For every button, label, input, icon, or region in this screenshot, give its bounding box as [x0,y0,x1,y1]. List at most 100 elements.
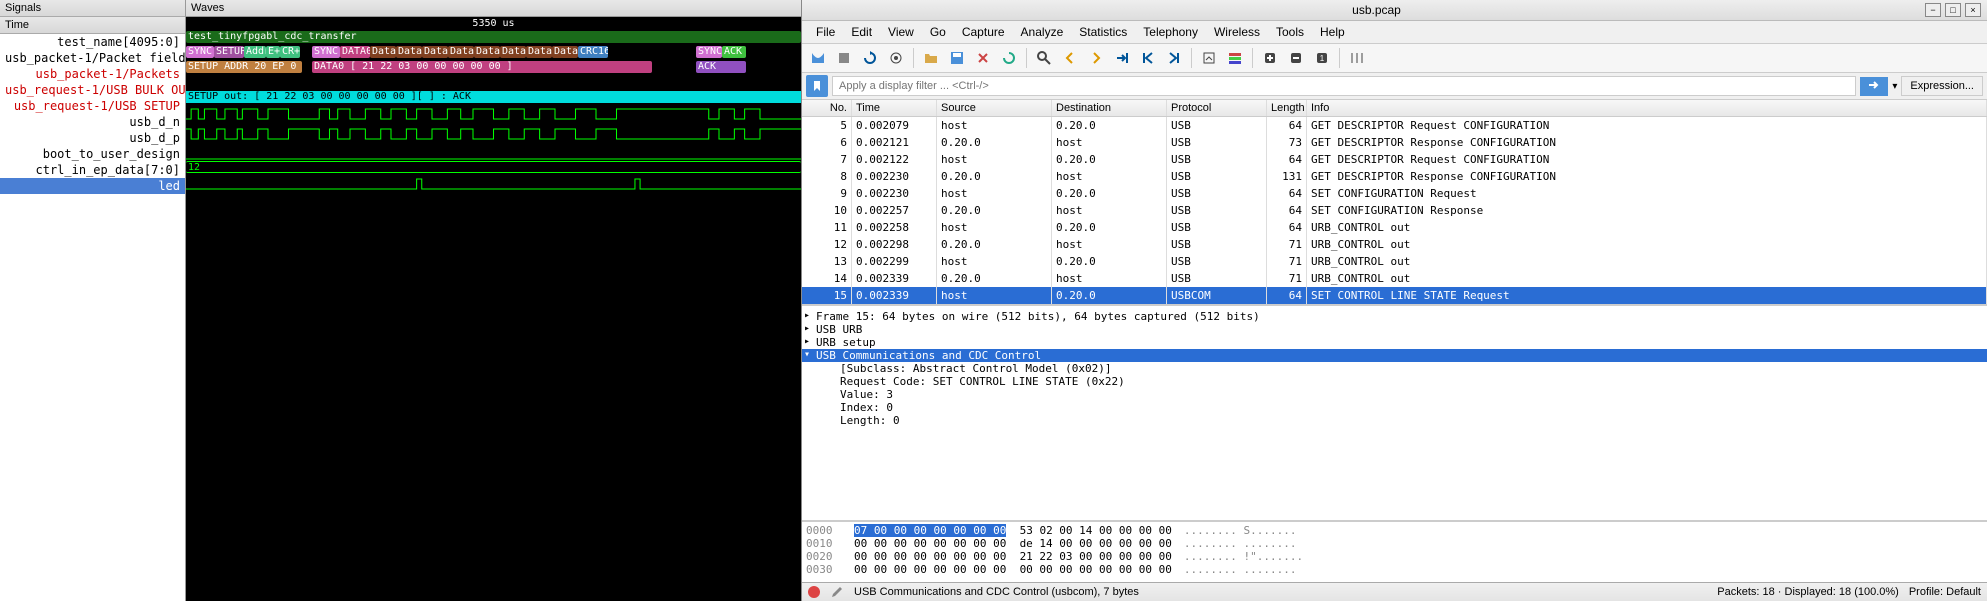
detail-line[interactable]: [Subclass: Abstract Control Model (0x02)… [802,362,1987,375]
minimize-button[interactable]: − [1925,3,1941,17]
signal-item[interactable]: led [0,178,185,194]
go-back-button[interactable] [1058,46,1082,70]
menu-file[interactable]: File [808,23,843,41]
menu-wireless[interactable]: Wireless [1206,23,1268,41]
detail-line[interactable]: Value: 3 [802,388,1987,401]
menu-analyze[interactable]: Analyze [1013,23,1072,41]
display-filter-input[interactable] [832,76,1856,96]
wave-row-ctrl-data[interactable]: 12 [186,160,801,175]
wave-rows[interactable]: test_tinyfpgabl_cdc_transfer SYNCSETUPAd… [186,30,801,601]
hex-row[interactable]: 001000 00 00 00 00 00 00 00 de 14 00 00 … [806,537,1983,550]
time-header: Time [0,17,185,34]
signal-item[interactable]: usb_d_n [0,114,185,130]
find-button[interactable] [1032,46,1056,70]
wave-row-test-name[interactable]: test_tinyfpgabl_cdc_transfer [186,30,801,45]
menu-help[interactable]: Help [1312,23,1353,41]
wave-row-packet-fields[interactable]: SYNCSETUPAddrE+CR+SYNCDATA0Data+Data+Dat… [186,45,801,60]
detail-line[interactable]: Request Code: SET CONTROL LINE STATE (0x… [802,375,1987,388]
hex-row[interactable]: 002000 00 00 00 00 00 00 00 21 22 03 00 … [806,550,1983,563]
capture-options-button[interactable] [884,46,908,70]
stop-capture-button[interactable] [832,46,856,70]
detail-line[interactable]: Length: 0 [802,414,1987,427]
wave-row-boot[interactable] [186,145,801,160]
menu-go[interactable]: Go [922,23,954,41]
packet-row[interactable]: 100.0022570.20.0hostUSB64SET CONFIGURATI… [802,202,1987,219]
packet-details[interactable]: Frame 15: 64 bytes on wire (512 bits), 6… [802,306,1987,522]
signal-item[interactable]: usb_request-1/USB SETUP [0,98,185,114]
detail-line[interactable]: Frame 15: 64 bytes on wire (512 bits), 6… [802,310,1987,323]
packet-row[interactable]: 90.002230host0.20.0USB64SET CONFIGURATIO… [802,185,1987,202]
resize-columns-button[interactable] [1345,46,1369,70]
bookmark-filter-icon[interactable] [806,75,828,97]
hex-row[interactable]: 003000 00 00 00 00 00 00 00 00 00 00 00 … [806,563,1983,576]
wave-row-led[interactable] [186,175,801,190]
start-capture-button[interactable] [806,46,830,70]
menu-view[interactable]: View [880,23,922,41]
expression-button[interactable]: Expression... [1901,76,1983,96]
packet-row[interactable]: 110.002258host0.20.0USB64URB_CONTROL out [802,219,1987,236]
close-file-button[interactable] [971,46,995,70]
edit-icon[interactable] [830,585,844,599]
signal-item[interactable]: usb_packet-1/Packets [0,66,185,82]
menu-edit[interactable]: Edit [843,23,880,41]
restart-capture-button[interactable] [858,46,882,70]
col-header-length[interactable]: Length [1267,100,1307,116]
svg-text:1: 1 [1320,54,1325,63]
detail-line[interactable]: URB setup [802,336,1987,349]
packet-row[interactable]: 150.002339host0.20.0USBCOM64SET CONTROL … [802,287,1987,304]
save-file-button[interactable] [945,46,969,70]
wave-row-bulk-out[interactable] [186,75,801,90]
signal-item[interactable]: usb_request-1/USB BULK OUT [0,82,185,98]
hex-view[interactable]: 000007 00 00 00 00 00 00 00 53 02 00 14 … [802,522,1987,582]
auto-scroll-button[interactable] [1197,46,1221,70]
col-header-source[interactable]: Source [937,100,1052,116]
wave-row-usb-setup[interactable]: SETUP out: [ 21 22 03 00 00 00 00 00 ][ … [186,90,801,105]
wave-value: 12 [186,161,801,173]
col-header-info[interactable]: Info [1307,100,1987,116]
packet-row[interactable]: 120.0022980.20.0hostUSB71URB_CONTROL out [802,236,1987,253]
col-header-time[interactable]: Time [852,100,937,116]
go-to-packet-button[interactable] [1110,46,1134,70]
signal-item[interactable]: test_name[4095:0] [0,34,185,50]
menu-statistics[interactable]: Statistics [1071,23,1135,41]
col-header-no[interactable]: No. [802,100,852,116]
wave-row-usb-d-p[interactable] [186,125,801,145]
expert-info-icon[interactable] [808,586,820,598]
packet-row[interactable]: 80.0022300.20.0hostUSB131GET DESCRIPTOR … [802,168,1987,185]
menu-telephony[interactable]: Telephony [1135,23,1206,41]
wave-row-usb-d-n[interactable] [186,105,801,125]
packet-row[interactable]: 50.002079host0.20.0USB64GET DESCRIPTOR R… [802,117,1987,134]
detail-line[interactable]: USB URB [802,323,1987,336]
wireshark-titlebar[interactable]: usb.pcap − □ × [802,0,1987,21]
packet-row[interactable]: 140.0023390.20.0hostUSB71URB_CONTROL out [802,270,1987,287]
filter-dropdown-icon[interactable]: ▾ [1892,81,1897,92]
zoom-in-button[interactable] [1258,46,1282,70]
signal-item[interactable]: usb_packet-1/Packet fields [0,50,185,66]
signal-item[interactable]: usb_d_p [0,130,185,146]
packet-list-header[interactable]: No. Time Source Destination Protocol Len… [802,100,1987,117]
menu-tools[interactable]: Tools [1268,23,1312,41]
zoom-out-button[interactable] [1284,46,1308,70]
go-first-button[interactable] [1136,46,1160,70]
packet-row[interactable]: 130.002299host0.20.0USB71URB_CONTROL out [802,253,1987,270]
close-button[interactable]: × [1965,3,1981,17]
wave-row-packets[interactable]: SETUP ADDR 20 EP 0DATA0 [ 21 22 03 00 00… [186,60,801,75]
hex-row[interactable]: 000007 00 00 00 00 00 00 00 53 02 00 14 … [806,524,1983,537]
go-forward-button[interactable] [1084,46,1108,70]
maximize-button[interactable]: □ [1945,3,1961,17]
go-last-button[interactable] [1162,46,1186,70]
packet-row[interactable]: 60.0021210.20.0hostUSB73GET DESCRIPTOR R… [802,134,1987,151]
open-file-button[interactable] [919,46,943,70]
colorize-button[interactable] [1223,46,1247,70]
packet-row[interactable]: 70.002122host0.20.0USB64GET DESCRIPTOR R… [802,151,1987,168]
reload-button[interactable] [997,46,1021,70]
menu-capture[interactable]: Capture [954,23,1013,41]
detail-line[interactable]: USB Communications and CDC Control [802,349,1987,362]
col-header-protocol[interactable]: Protocol [1167,100,1267,116]
signal-item[interactable]: ctrl_in_ep_data[7:0] [0,162,185,178]
zoom-reset-button[interactable]: 1 [1310,46,1334,70]
apply-filter-button[interactable] [1860,77,1888,96]
detail-line[interactable]: Index: 0 [802,401,1987,414]
col-header-destination[interactable]: Destination [1052,100,1167,116]
signal-item[interactable]: boot_to_user_design [0,146,185,162]
